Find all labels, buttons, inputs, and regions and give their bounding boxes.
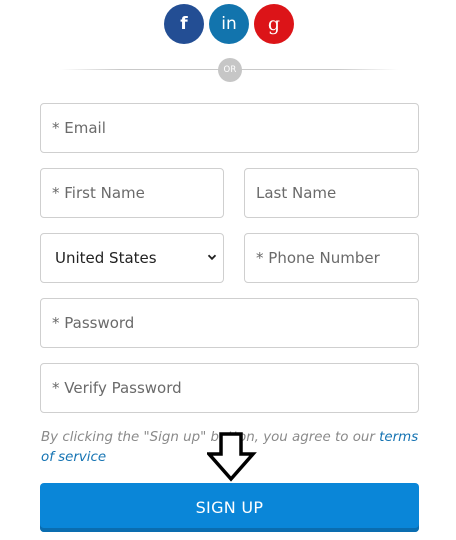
email-field[interactable] xyxy=(40,103,419,153)
down-arrow-icon xyxy=(207,432,257,482)
linkedin-icon[interactable]: in xyxy=(209,4,249,44)
google-plus-icon[interactable]: g xyxy=(254,4,294,44)
country-select[interactable]: United States xyxy=(40,233,224,283)
phone-number-field[interactable] xyxy=(244,233,419,283)
first-name-field[interactable] xyxy=(40,168,224,218)
last-name-field[interactable] xyxy=(244,168,419,218)
verify-password-field[interactable] xyxy=(40,363,419,413)
password-field[interactable] xyxy=(40,298,419,348)
social-login-row: f in g xyxy=(0,4,456,44)
sign-up-button[interactable]: SIGN UP xyxy=(40,483,419,532)
facebook-icon[interactable]: f xyxy=(164,4,204,44)
or-badge: OR xyxy=(218,58,242,82)
